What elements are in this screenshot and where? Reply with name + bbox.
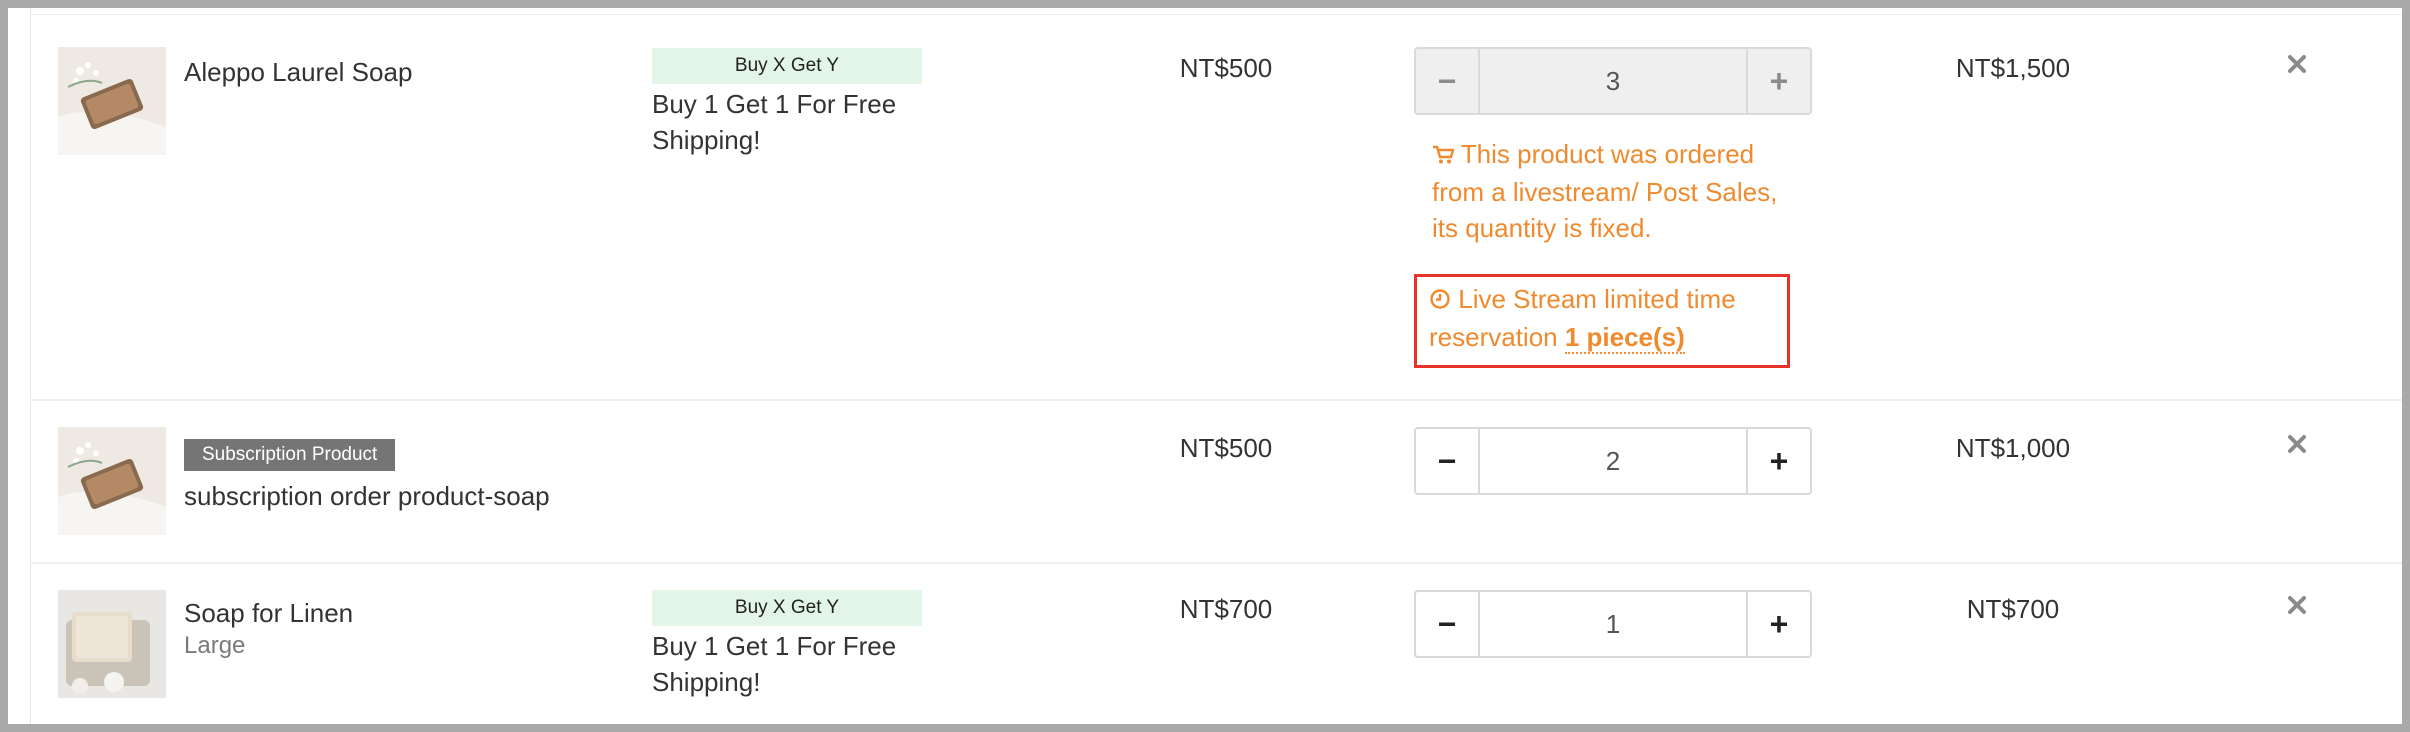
unit-price: NT$500 (1179, 433, 1273, 463)
promotion-text: Buy 1 Get 1 For Free Shipping! (652, 89, 897, 155)
unit-price: NT$500 (1179, 53, 1273, 83)
line-subtotal: NT$1,500 (1955, 53, 2071, 83)
unit-price: NT$700 (1179, 594, 1273, 624)
quantity-stepper: − 3 + (1414, 47, 1812, 115)
line-subtotal: NT$1,000 (1955, 433, 2071, 463)
decrease-quantity-button[interactable]: − (1416, 49, 1480, 113)
livestream-fixed-quantity-notice: This product was ordered from a livestre… (1432, 136, 1802, 246)
quantity-value: 3 (1605, 65, 1621, 96)
quantity-stepper: − 1 + (1414, 590, 1812, 658)
close-icon (2288, 435, 2306, 453)
decrease-quantity-button[interactable]: − (1416, 592, 1480, 656)
remove-item-button[interactable] (2286, 594, 2316, 624)
promotion-text: Buy 1 Get 1 For Free Shipping! (652, 631, 897, 697)
clock-icon (1429, 283, 1451, 319)
close-icon (2288, 596, 2306, 614)
remove-item-button[interactable] (2286, 53, 2316, 83)
decrease-quantity-button[interactable]: − (1416, 429, 1480, 493)
subscription-badge: Subscription Product (184, 439, 396, 471)
cart-table: Aleppo Laurel Soap Buy X Get Y Buy 1 Get… (8, 8, 2402, 724)
product-name[interactable]: Aleppo Laurel Soap (184, 57, 412, 88)
close-icon (2288, 55, 2306, 73)
product-thumbnail[interactable] (58, 590, 166, 698)
quantity-value[interactable]: 1 (1480, 592, 1746, 656)
cart-row: Subscription Product subscription order … (8, 401, 2402, 561)
product-name[interactable]: subscription order product-soap (184, 481, 550, 512)
increase-quantity-button[interactable]: + (1746, 592, 1810, 656)
product-variant: Large (184, 632, 246, 659)
notice-text: This product was ordered from a livestre… (1432, 139, 1778, 243)
remove-item-button[interactable] (2286, 433, 2316, 463)
livestream-reservation-alert: Live Stream limited time reservation 1 p… (1414, 274, 1790, 368)
product-name[interactable]: Soap for Linen (184, 598, 353, 629)
promotion-badge: Buy X Get Y (652, 48, 922, 84)
line-subtotal: NT$700 (1966, 594, 2060, 624)
quantity-value[interactable]: 2 (1480, 429, 1746, 493)
promotion-badge: Buy X Get Y (652, 590, 922, 626)
increase-quantity-button[interactable]: + (1746, 49, 1810, 113)
cart-row: Soap for Linen Large Buy X Get Y Buy 1 G… (8, 564, 2402, 724)
reservation-quantity[interactable]: 1 piece(s) (1564, 322, 1685, 354)
cart-icon (1432, 138, 1455, 174)
product-thumbnail[interactable] (58, 47, 166, 155)
cart-row: Aleppo Laurel Soap Buy X Get Y Buy 1 Get… (8, 8, 2402, 400)
increase-quantity-button[interactable]: + (1746, 429, 1810, 493)
quantity-stepper: − 2 + (1414, 427, 1812, 495)
product-thumbnail[interactable] (58, 427, 166, 535)
